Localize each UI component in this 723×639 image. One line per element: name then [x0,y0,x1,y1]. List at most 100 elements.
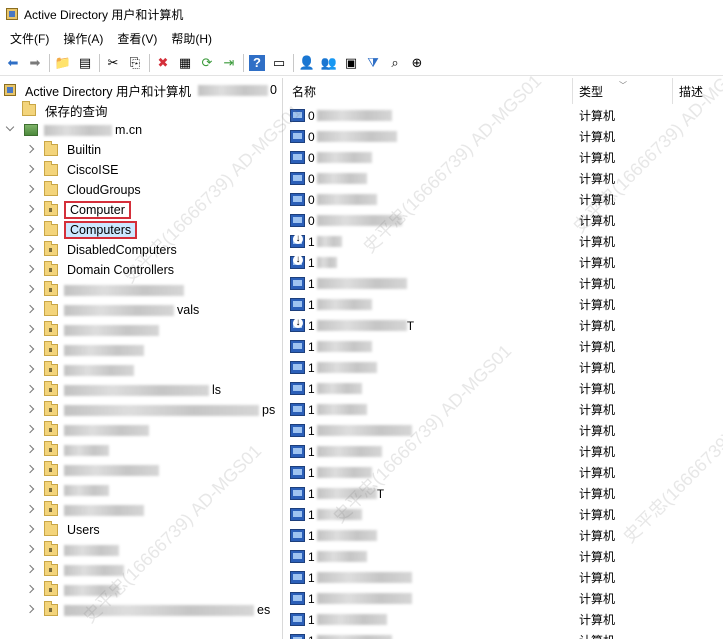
list-item[interactable]: 1 计算机 [286,546,723,567]
cut-icon[interactable]: ✂ [102,52,124,74]
list-item[interactable]: 0 计算机 [286,210,723,231]
chevron-right-icon[interactable] [26,505,36,515]
tree-item-redacted-18[interactable] [26,500,150,520]
back-icon[interactable]: ⬅ [2,52,24,74]
chevron-right-icon[interactable] [26,325,36,335]
list-pane[interactable]: 名称 类型 ﹀ 描述 0计算机0计算机0计算机0计算机0计算机0计算机1计算机1… [286,78,723,639]
tree-item-domain-controllers[interactable]: Domain Controllers [26,260,177,280]
tree-item-redacted-22[interactable] [26,580,125,600]
tree-item-ls[interactable]: ls [26,380,224,400]
chevron-right-icon[interactable] [26,605,36,615]
chevron-right-icon[interactable] [26,225,36,235]
list-item[interactable]: 1T计算机 [286,483,723,504]
find-icon[interactable]: ⌕ [384,52,406,74]
chevron-right-icon[interactable] [26,265,36,275]
list-item[interactable]: 1 计算机 [286,609,723,630]
chevron-right-icon[interactable] [26,305,36,315]
list-item[interactable]: 0 计算机 [286,126,723,147]
list-item[interactable]: 1 计算机 [286,525,723,546]
chevron-right-icon[interactable] [26,445,36,455]
chevron-right-icon[interactable] [26,565,36,575]
help-icon[interactable]: ? [249,54,265,71]
tree-item-redacted-21[interactable] [26,560,130,580]
tree-item-es[interactable]: es [26,600,273,620]
copy-icon[interactable]: ⎘ [124,52,146,74]
tree-item-ps[interactable]: ps [26,400,278,420]
column-header-name[interactable]: 名称 [286,78,573,104]
properties-icon[interactable]: ▦ [174,52,196,74]
filter-icon[interactable]: ⧩ [362,52,384,74]
chevron-right-icon[interactable] [26,205,36,215]
list-item[interactable]: 0 计算机 [286,189,723,210]
tree-item-computer[interactable]: Computer [26,200,131,220]
list-item[interactable]: 1 计算机 [286,294,723,315]
new-user-icon[interactable]: 👤 [296,52,318,74]
tree-item-redacted-11[interactable] [26,360,140,380]
tree-item-computers[interactable]: Computers [26,220,138,240]
list-item[interactable]: 1 计算机 [286,462,723,483]
show-tree-icon[interactable]: ▤ [74,52,96,74]
list-item[interactable]: 1 计算机 [286,567,723,588]
tree-item-builtin[interactable]: Builtin [26,140,104,160]
up-folder-icon[interactable]: 📁 [52,52,74,74]
menu-item-2[interactable]: 查看(V) [111,30,165,47]
chevron-right-icon[interactable] [26,345,36,355]
tree-item-redacted-20[interactable] [26,540,125,560]
list-item[interactable]: 1 计算机 [286,336,723,357]
chevron-right-icon[interactable] [26,465,36,475]
tree-pane[interactable]: Active Directory 用户和计算机 0 保存的查询 m.cn Bui… [0,78,283,639]
list-item[interactable]: 0 计算机 [286,105,723,126]
list-item[interactable]: 1 计算机 [286,630,723,639]
chevron-right-icon[interactable] [26,245,36,255]
list-item[interactable]: 1 计算机 [286,441,723,462]
chevron-right-icon[interactable] [26,405,36,415]
add-to-group-icon[interactable]: ⊕ [406,52,428,74]
delete-icon[interactable]: ✖ [152,52,174,74]
chevron-right-icon[interactable] [26,545,36,555]
tree-item-redacted-17[interactable] [26,480,115,500]
chevron-down-icon[interactable] [6,125,16,135]
tree-item-users[interactable]: Users [26,520,103,540]
menu-item-3[interactable]: 帮助(H) [165,30,220,47]
chevron-right-icon[interactable] [26,365,36,375]
menu-item-0[interactable]: 文件(F) [4,30,57,47]
list-item[interactable]: 0 计算机 [286,147,723,168]
column-header-description[interactable]: 描述 [673,78,723,104]
chevron-right-icon[interactable] [26,285,36,295]
list-item[interactable]: 1 计算机 [286,273,723,294]
tree-item-redacted-10[interactable] [26,340,150,360]
tree-item-redacted-16[interactable] [26,460,165,480]
list-item[interactable]: 1 计算机 [286,378,723,399]
chevron-right-icon[interactable] [26,425,36,435]
tree-item-domain[interactable]: m.cn [6,120,145,140]
tree-item-redacted-9[interactable] [26,320,165,340]
chevron-right-icon[interactable] [26,145,36,155]
tree-item-vals[interactable]: vals [26,300,202,320]
list-item[interactable]: 1 计算机 [286,588,723,609]
list-item[interactable]: 1 计算机 [286,231,723,252]
tree-item-saved-queries[interactable]: 保存的查询 [22,100,111,120]
list-item[interactable]: 1 计算机 [286,357,723,378]
tree-item-redacted-14[interactable] [26,420,155,440]
chevron-right-icon[interactable] [26,185,36,195]
export-icon[interactable]: ⇥ [218,52,240,74]
chevron-right-icon[interactable] [26,525,36,535]
tree-item-redacted-7[interactable] [26,280,190,300]
tree-item-cloudgroups[interactable]: CloudGroups [26,180,144,200]
forward-icon[interactable]: ➡ [24,52,46,74]
list-item[interactable]: 0 计算机 [286,168,723,189]
list-item[interactable]: 1 计算机 [286,252,723,273]
column-header-type[interactable]: 类型 ﹀ [573,78,673,104]
console-icon[interactable]: ▭ [268,52,290,74]
menu-item-1[interactable]: 操作(A) [57,30,111,47]
chevron-right-icon[interactable] [26,385,36,395]
chevron-right-icon[interactable] [26,585,36,595]
new-group-icon[interactable]: 👥 [318,52,340,74]
tree-item-redacted-15[interactable] [26,440,115,460]
list-item[interactable]: 1T计算机 [286,315,723,336]
chevron-right-icon[interactable] [26,485,36,495]
tree-root[interactable]: Active Directory 用户和计算机 0 [4,80,277,100]
new-ou-icon[interactable]: ▣ [340,52,362,74]
chevron-right-icon[interactable] [26,165,36,175]
tree-item-disabledcomputers[interactable]: DisabledComputers [26,240,180,260]
